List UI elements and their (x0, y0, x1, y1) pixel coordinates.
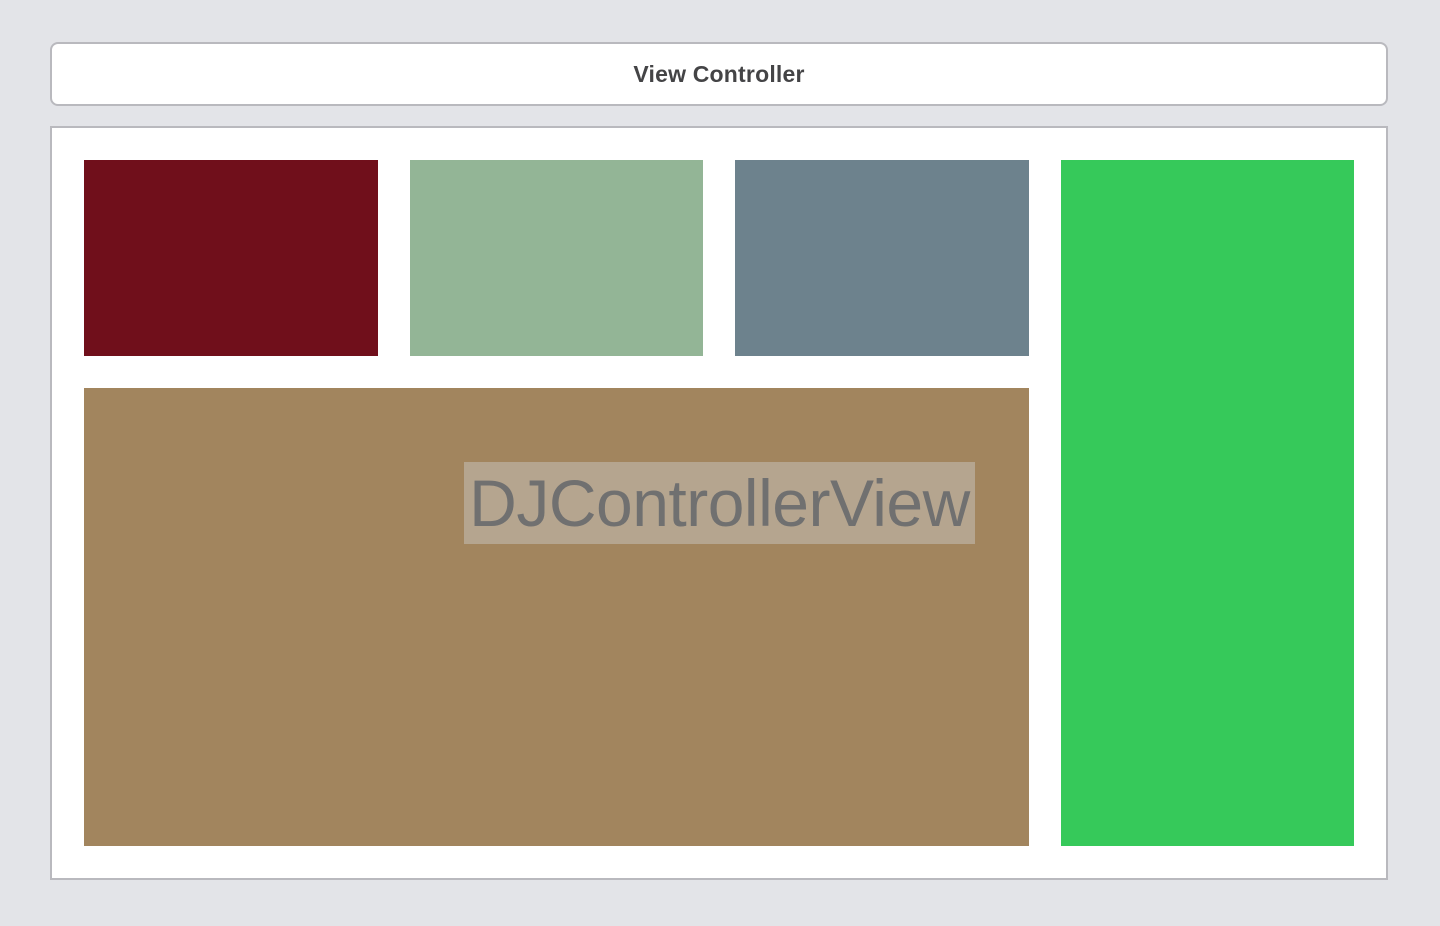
top-left-view[interactable] (84, 160, 378, 356)
scene-title: View Controller (633, 60, 805, 87)
top-middle-view[interactable] (410, 160, 703, 356)
view-controller-canvas[interactable]: DJControllerView (50, 126, 1388, 880)
scene-title-bar[interactable]: View Controller (50, 42, 1388, 106)
right-column-view[interactable] (1061, 160, 1354, 846)
top-right-view[interactable] (735, 160, 1029, 356)
dj-controller-view[interactable]: DJControllerView (84, 388, 1029, 846)
dj-controller-view-label: DJControllerView (464, 462, 975, 544)
